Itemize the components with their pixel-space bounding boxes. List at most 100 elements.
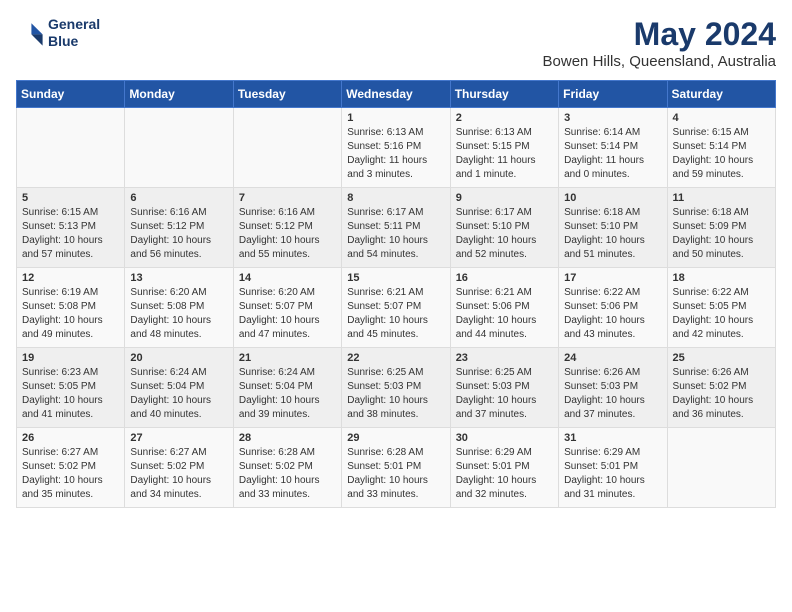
calendar-weekday: Sunday	[17, 81, 125, 108]
day-info-line: Sunset: 5:11 PM	[347, 221, 420, 232]
day-info-line: Sunrise: 6:29 AM	[564, 447, 640, 458]
day-number: 20	[130, 352, 227, 364]
calendar-cell	[233, 108, 341, 188]
day-number: 18	[673, 272, 770, 284]
day-info-line: Daylight: 10 hours and 34 minutes.	[130, 475, 211, 500]
day-info-line: Sunrise: 6:28 AM	[239, 447, 315, 458]
day-info-line: Sunrise: 6:26 AM	[673, 367, 749, 378]
day-info: Sunrise: 6:23 AMSunset: 5:05 PMDaylight:…	[22, 366, 119, 422]
calendar-weekday: Wednesday	[342, 81, 450, 108]
calendar-week-row: 5Sunrise: 6:15 AMSunset: 5:13 PMDaylight…	[17, 188, 776, 268]
day-info: Sunrise: 6:20 AMSunset: 5:07 PMDaylight:…	[239, 286, 336, 342]
day-number: 29	[347, 432, 444, 444]
day-number: 24	[564, 352, 661, 364]
day-info-line: Sunrise: 6:21 AM	[456, 287, 532, 298]
day-info-line: Daylight: 10 hours and 52 minutes.	[456, 235, 537, 260]
day-info: Sunrise: 6:21 AMSunset: 5:06 PMDaylight:…	[456, 286, 553, 342]
calendar-cell: 23Sunrise: 6:25 AMSunset: 5:03 PMDayligh…	[450, 348, 558, 428]
day-info: Sunrise: 6:15 AM Sunset: 5:13 PM Daylight:…	[22, 206, 119, 262]
day-info-line: Sunset: 5:02 PM	[239, 461, 313, 472]
calendar-cell: 29Sunrise: 6:28 AMSunset: 5:01 PMDayligh…	[342, 428, 450, 508]
day-number: 7	[239, 192, 336, 204]
calendar-cell: 21 Sunrise: 6:24 AMSunset: 5:04 PMDayligh…	[233, 348, 341, 428]
day-number: 14	[239, 272, 336, 284]
day-info-line: Daylight: 10 hours and 31 minutes.	[564, 475, 645, 500]
day-info-line: Sunset: 5:01 PM	[456, 461, 530, 472]
calendar-cell: 28 Sunrise: 6:28 AM Sunset: 5:02 PM Dayligh…	[233, 428, 341, 508]
day-info-line: Daylight: 10 hours and 33 minutes.	[347, 475, 428, 500]
day-info-line: Sunrise: 6:15 AM	[673, 127, 749, 138]
day-info: Sunrise: 6:25 AMSunset: 5:03 PMDaylight:…	[347, 366, 444, 422]
calendar-cell: 8Sunrise: 6:17 AMSunset: 5:11 PMDaylight…	[342, 188, 450, 268]
day-info-line: Sunset: 5:12 PM	[130, 221, 204, 232]
day-info-line: Daylight: 10 hours and 42 minutes.	[673, 315, 754, 340]
day-info-line: Sunrise: 6:23 AM	[22, 367, 98, 378]
day-info-line: Sunrise: 6:24 AM	[130, 367, 206, 378]
logo: General Blue	[16, 16, 100, 50]
day-info-line: Sunset: 5:14 PM	[564, 141, 638, 152]
day-info-line: Daylight: 10 hours and 33 minutes.	[239, 475, 320, 500]
day-info: Sunrise: 6:21 AMSunset: 5:07 PMDaylight:…	[347, 286, 444, 342]
day-info: Sunrise: 6:13 AMSunset: 5:16 PMDaylight:…	[347, 126, 444, 182]
day-info: Sunrise: 6:24 AMSunset: 5:04 PMDaylight:…	[130, 366, 227, 422]
day-info-line: Sunrise: 6:15 AM	[22, 207, 98, 218]
calendar-cell: 20 Sunrise: 6:24 AMSunset: 5:04 PMDayligh…	[125, 348, 233, 428]
day-info-line: Daylight: 10 hours and 35 minutes.	[22, 475, 103, 500]
calendar-cell: 13Sunrise: 6:20 AMSunset: 5:08 PMDayligh…	[125, 268, 233, 348]
calendar-cell	[17, 108, 125, 188]
calendar-cell: 3Sunrise: 6:14 AMSunset: 5:14 PMDaylight…	[559, 108, 667, 188]
calendar-cell: 14 Sunrise: 6:20 AMSunset: 5:07 PMDayligh…	[233, 268, 341, 348]
day-info: Sunrise: 6:27 AMSunset: 5:02 PMDaylight:…	[22, 446, 119, 502]
day-info-line: Daylight: 11 hours and 0 minutes.	[564, 155, 644, 180]
day-info-line: Sunrise: 6:28 AM	[347, 447, 423, 458]
day-number: 19	[22, 352, 119, 364]
day-number: 10	[564, 192, 661, 204]
calendar-weekday: Friday	[559, 81, 667, 108]
calendar-cell: 17Sunrise: 6:22 AMSunset: 5:06 PMDayligh…	[559, 268, 667, 348]
calendar-week-row: 19 Sunrise: 6:23 AMSunset: 5:05 PMDayligh…	[17, 348, 776, 428]
day-info-line: Daylight: 10 hours and 41 minutes.	[22, 395, 103, 420]
day-info-line: Daylight: 10 hours and 43 minutes.	[564, 315, 645, 340]
day-info-line: Sunset: 5:13 PM	[22, 221, 96, 232]
calendar-cell: 6Sunrise: 6:16 AMSunset: 5:12 PMDaylight…	[125, 188, 233, 268]
day-info: Sunrise: 6:14 AMSunset: 5:14 PMDaylight:…	[564, 126, 661, 182]
day-info-line: Sunrise: 6:13 AM	[456, 127, 532, 138]
day-info-line: Sunrise: 6:16 AM	[239, 207, 315, 218]
day-number: 22	[347, 352, 444, 364]
subtitle: Bowen Hills, Queensland, Australia	[543, 53, 776, 70]
day-number: 21	[239, 352, 336, 364]
day-info-line: Sunset: 5:15 PM	[456, 141, 530, 152]
day-number: 17	[564, 272, 661, 284]
calendar-cell: 2Sunrise: 6:13 AMSunset: 5:15 PMDaylight…	[450, 108, 558, 188]
day-info-line: Daylight: 10 hours and 51 minutes.	[564, 235, 645, 260]
day-info: Sunrise: 6:26 AMSunset: 5:02 PMDaylight:…	[673, 366, 770, 422]
day-number: 25	[673, 352, 770, 364]
day-info-line: Sunset: 5:10 PM	[456, 221, 530, 232]
calendar-body: 1Sunrise: 6:13 AMSunset: 5:16 PMDaylight…	[17, 108, 776, 508]
day-info-line: Sunset: 5:16 PM	[347, 141, 421, 152]
calendar-cell: 22 Sunrise: 6:25 AMSunset: 5:03 PMDayligh…	[342, 348, 450, 428]
main-title: May 2024	[543, 16, 776, 53]
day-info: Sunrise: 6:29 AMSunset: 5:01 PMDaylight:…	[456, 446, 553, 502]
calendar-cell: 19 Sunrise: 6:23 AMSunset: 5:05 PMDayligh…	[17, 348, 125, 428]
calendar-cell: 12Sunrise: 6:19 AMSunset: 5:08 PMDayligh…	[17, 268, 125, 348]
day-number: 28	[239, 432, 336, 444]
day-info-line: Sunrise: 6:21 AM	[347, 287, 423, 298]
day-info-line: Sunrise: 6:26 AM	[564, 367, 640, 378]
day-info-line: Sunset: 5:05 PM	[673, 301, 747, 312]
day-info: Sunrise: 6:24 AMSunset: 5:04 PMDaylight:…	[239, 366, 336, 422]
day-info-line: Daylight: 10 hours and 57 minutes.	[22, 235, 103, 260]
day-info-line: Sunrise: 6:20 AM	[130, 287, 206, 298]
day-info-line: Daylight: 10 hours and 48 minutes.	[130, 315, 211, 340]
day-info-line: Sunset: 5:07 PM	[239, 301, 313, 312]
calendar-cell: 10Sunrise: 6:18 AMSunset: 5:10 PMDayligh…	[559, 188, 667, 268]
day-info-line: Sunset: 5:03 PM	[564, 381, 638, 392]
day-info-line: Daylight: 10 hours and 39 minutes.	[239, 395, 320, 420]
day-number: 12	[22, 272, 119, 284]
calendar-header: SundayMondayTuesdayWednesdayThursdayFrid…	[17, 81, 776, 108]
day-info-line: Sunset: 5:01 PM	[564, 461, 638, 472]
day-info-line: Daylight: 11 hours and 1 minute.	[456, 155, 536, 180]
day-number: 26	[22, 432, 119, 444]
page-header: General Blue May 2024 Bowen Hills, Queen…	[16, 16, 776, 70]
day-info: Sunrise: 6:26 AMSunset: 5:03 PMDaylight:…	[564, 366, 661, 422]
